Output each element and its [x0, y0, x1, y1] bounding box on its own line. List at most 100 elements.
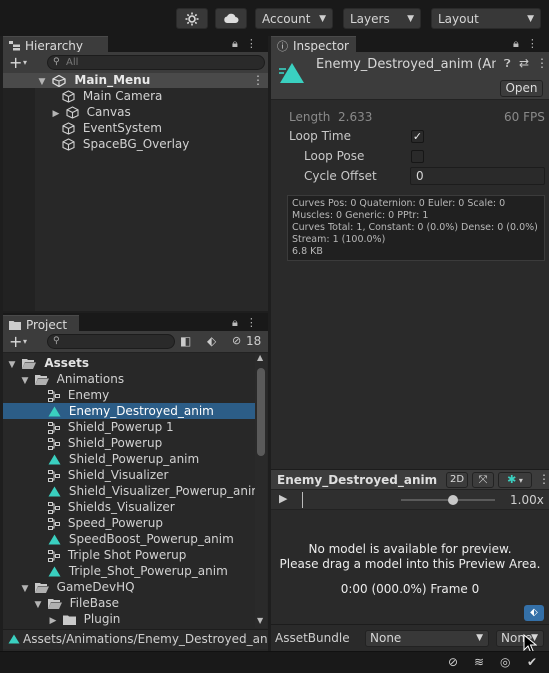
add-icon[interactable]: + [9, 332, 22, 351]
2d-toggle-button[interactable]: 2D [446, 472, 468, 488]
help-icon[interactable]: ❓︎ [504, 57, 511, 71]
scroll-up-icon[interactable]: ▲ [257, 353, 263, 362]
play-icon[interactable]: ▶ [279, 492, 287, 505]
chevron-right-icon[interactable]: ▶ [47, 613, 59, 629]
hidden-visibility-icon[interactable]: ◎ [500, 655, 510, 669]
progress-check-icon[interactable]: ✔ [527, 655, 537, 669]
cycle-offset-label: Cycle Offset [304, 169, 377, 183]
project-search-input[interactable]: ⚲ [47, 334, 175, 349]
account-dropdown[interactable]: Account ▼ [255, 8, 333, 29]
hierarchy-item[interactable]: ▶ Canvas [50, 104, 131, 120]
top-toolbar: Account ▼ Layers ▼ Layout ▼ [0, 0, 549, 36]
cache-server-icon[interactable]: ≋ [474, 655, 484, 669]
list-item[interactable]: Shields_Visualizer [48, 499, 175, 515]
lock-icon[interactable]: 🔒︎ [232, 316, 238, 330]
stats-line: Muscles: 0 Generic: 0 PPtr: 1 [292, 210, 429, 221]
cloud-icon[interactable] [215, 8, 247, 29]
tree-folder-plugin[interactable]: ▶ Plugin [47, 611, 121, 629]
speed-value: 1.00x [510, 493, 544, 507]
scroll-down-icon[interactable]: ▼ [257, 616, 263, 625]
more-menu-icon[interactable]: ⋮ [246, 316, 257, 330]
tab-hierarchy-label: Hierarchy [25, 38, 84, 53]
preset-icon[interactable]: ⇄ [519, 56, 529, 70]
list-item[interactable]: Enemy [48, 387, 109, 403]
list-item[interactable]: Triple Shot Powerup [48, 547, 186, 563]
hierarchy-item-label: EventSystem [82, 121, 162, 135]
hierarchy-item[interactable]: SpaceBG_Overlay [62, 136, 189, 152]
hierarchy-item[interactable]: EventSystem [62, 120, 162, 136]
folder-open-icon [22, 359, 37, 369]
tree-folder-gamedevhq[interactable]: ▼ GameDevHQ [19, 579, 135, 595]
list-item[interactable]: Shield_Powerup 1 [48, 419, 174, 435]
chevron-down-icon[interactable]: ▼ [32, 597, 44, 613]
avatar-icon[interactable]: ✱ ▾ [498, 472, 532, 488]
chevron-down-icon[interactable]: ▼ [6, 357, 18, 373]
tree-folder-animations[interactable]: ▼ Animations [19, 371, 125, 389]
chevron-down-icon[interactable]: ▾ [23, 58, 27, 67]
hidden-packages-icon[interactable]: ⊘ [232, 334, 241, 347]
asset-path: Assets/Animations/Enemy_Destroyed_anim [23, 632, 268, 646]
timeline-cursor[interactable] [302, 492, 303, 508]
hierarchy-item[interactable]: Main Camera [62, 88, 162, 104]
chevron-right-icon[interactable]: ▶ [50, 106, 62, 122]
chevron-down-icon[interactable]: ▼ [19, 373, 31, 389]
inspector-header: Enemy_Destroyed_anim (Ani ❓︎ ⇄ ⋮ Open [271, 52, 549, 100]
list-item[interactable]: Shield_Visualizer_Powerup_anim [48, 483, 263, 499]
hierarchy-toolbar: + ▾ ⚲ All [3, 52, 268, 74]
more-menu-icon[interactable]: ⋮ [536, 56, 548, 70]
cycle-offset-field[interactable]: 0 [410, 167, 545, 185]
hierarchy-scene-row[interactable]: ▼ Main_Menu [36, 72, 151, 90]
hidden-count[interactable]: 18 [246, 334, 261, 348]
chevron-down-icon[interactable]: ▾ [23, 337, 27, 346]
folder-open-icon [34, 583, 49, 593]
scrollbar-thumb[interactable] [257, 368, 265, 456]
more-menu-icon[interactable]: ⋮ [252, 73, 264, 87]
tree-label: Animations [56, 372, 125, 386]
list-item[interactable]: SpeedBoost_Powerup_anim [48, 531, 234, 547]
more-menu-icon[interactable]: ⋮ [527, 37, 538, 51]
assetbundle-name-value: None [370, 631, 402, 645]
length-label: Length [289, 110, 331, 124]
settings-icon[interactable] [176, 8, 208, 29]
list-item-selected[interactable]: Enemy_Destroyed_anim [3, 403, 255, 419]
more-menu-icon[interactable]: ⋮ [246, 37, 257, 51]
stats-line: Stream: 1 (100.0%) [292, 234, 386, 245]
hierarchy-item-label: Canvas [86, 105, 131, 119]
open-button-label: Open [505, 81, 538, 95]
list-item[interactable]: Speed_Powerup [48, 515, 163, 531]
animator-controller-icon [48, 517, 60, 530]
loop-time-checkbox[interactable]: ✓ [411, 130, 424, 143]
chevron-down-icon[interactable]: ▼ [36, 74, 48, 90]
layout-dropdown[interactable]: Layout ▼ [431, 8, 541, 29]
tag-icon[interactable]: ⬖ [524, 605, 544, 621]
more-menu-icon[interactable]: ⋮ [538, 472, 549, 486]
pivot-icon[interactable]: ⤧ [472, 472, 494, 488]
tree-folder-filebase[interactable]: ▼ FileBase [32, 595, 119, 611]
chevron-down-icon: ▼ [407, 13, 414, 24]
lock-icon[interactable]: 🔒︎ [513, 37, 519, 51]
open-button[interactable]: Open [500, 80, 543, 97]
list-item[interactable]: Triple_Shot_Powerup_anim [48, 563, 228, 579]
loop-pose-checkbox[interactable] [411, 150, 424, 163]
list-item[interactable]: Shield_Powerup [48, 435, 162, 451]
tree-folder-assets[interactable]: ▼ Assets [6, 355, 89, 371]
hierarchy-search-input[interactable]: ⚲ All [47, 55, 265, 70]
layout-label: Layout [438, 11, 479, 26]
curve-stats-box: Curves Pos: 0 Quaternion: 0 Euler: 0 Sca… [287, 195, 545, 261]
animator-controller-icon [48, 437, 60, 450]
project-scrollbar[interactable]: ▲ ▼ [255, 353, 267, 628]
asset-title: Enemy_Destroyed_anim (Ani [316, 57, 496, 72]
debug-off-icon[interactable]: ⊘ [448, 655, 458, 669]
assetbundle-name-dropdown[interactable]: None ▼ [365, 630, 489, 647]
chevron-down-icon[interactable]: ▼ [19, 581, 31, 597]
chevron-down-icon: ▼ [527, 13, 534, 24]
lock-icon[interactable]: 🔒︎ [232, 37, 238, 51]
label-tag-icon[interactable]: ⬖ [207, 334, 216, 348]
speed-slider-thumb[interactable] [448, 495, 458, 505]
list-item[interactable]: Shield_Visualizer [48, 467, 169, 483]
layers-label: Layers [350, 11, 390, 26]
layers-dropdown[interactable]: Layers ▼ [343, 8, 421, 29]
list-item[interactable]: Shield_Powerup_anim [48, 451, 199, 467]
add-icon[interactable]: + [9, 53, 22, 72]
filter-by-type-icon[interactable]: ◧ [180, 334, 191, 348]
